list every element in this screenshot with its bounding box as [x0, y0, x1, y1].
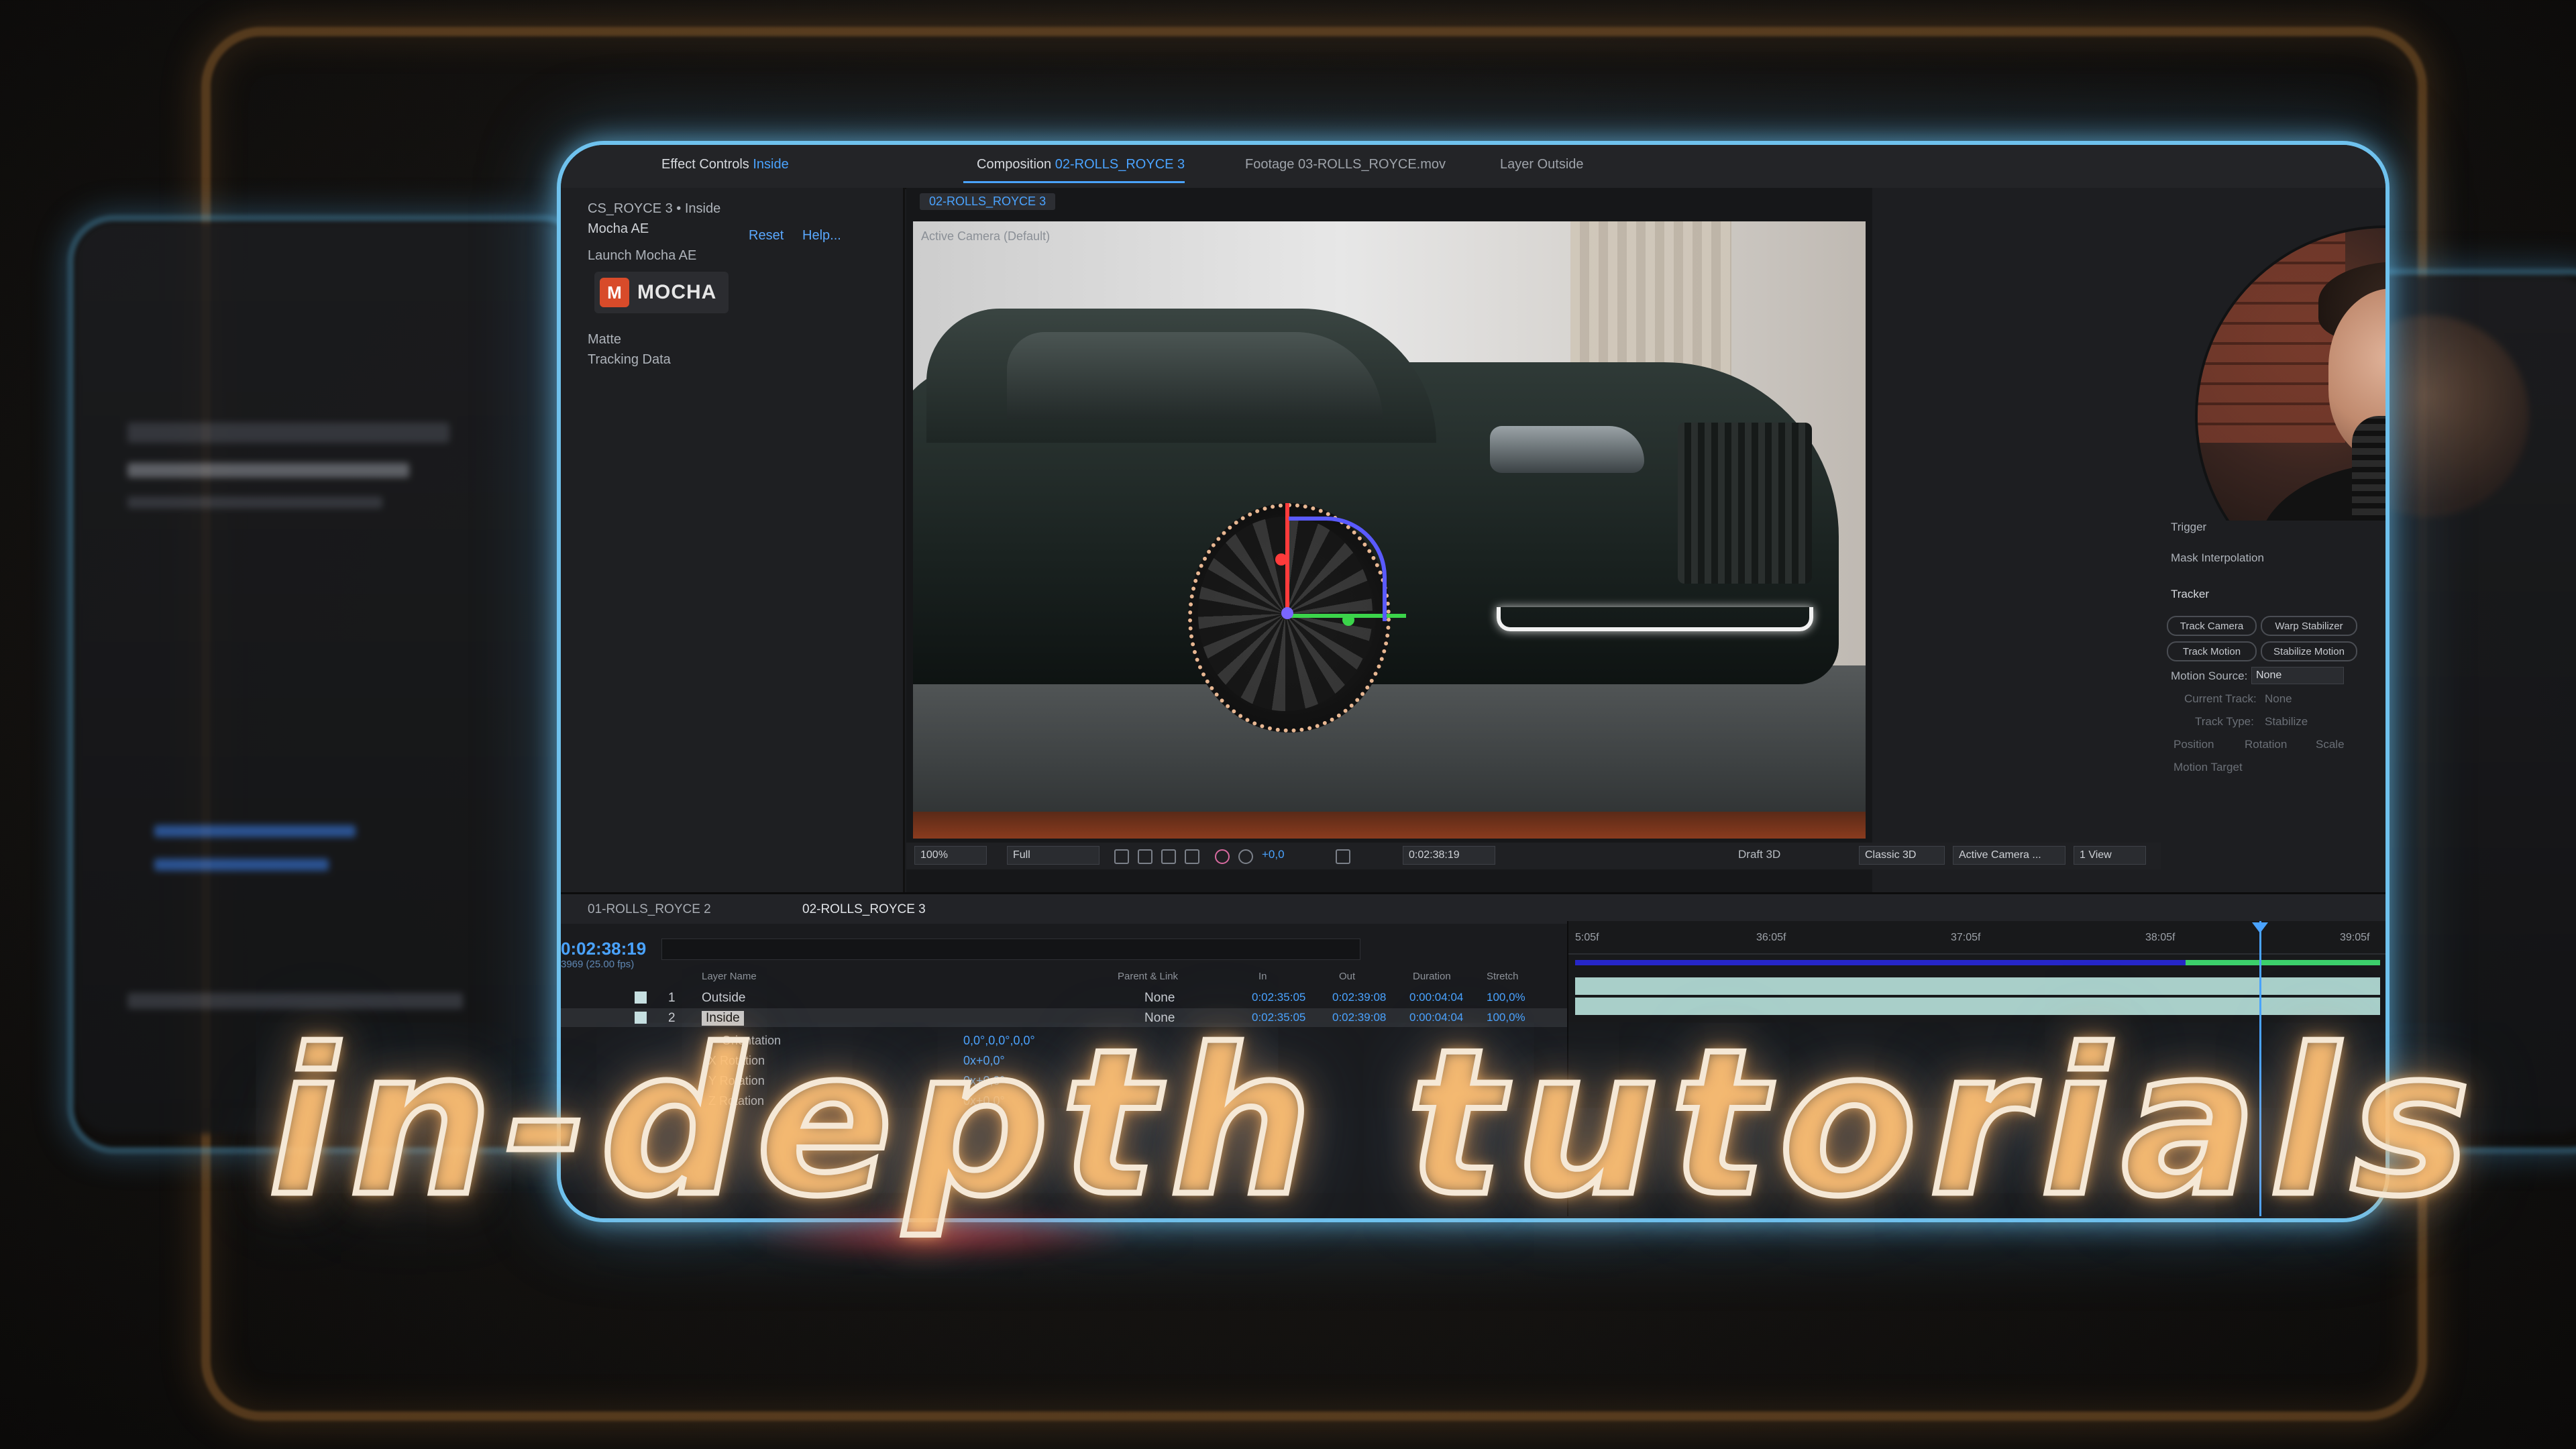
brick-wall — [2198, 228, 2345, 443]
gizmo-handle-red[interactable] — [1275, 553, 1287, 566]
tab-footage[interactable]: Footage 03-ROLLS_ROYCE.mov — [1245, 157, 1446, 172]
playhead-handle[interactable] — [2252, 922, 2268, 933]
col-in[interactable]: In — [1258, 971, 1267, 982]
snapshot-camera-icon[interactable] — [1336, 849, 1350, 864]
gizmo-handle-green[interactable] — [1342, 614, 1354, 626]
renderer-select[interactable]: Classic 3D — [1859, 846, 1945, 865]
col-duration[interactable]: Duration — [1413, 971, 1451, 982]
active-camera-label: Active Camera (Default) — [921, 229, 1051, 243]
layer-row[interactable]: 1 Outside None 0:02:35:05 0:02:39:08 0:0… — [561, 988, 1567, 1007]
col-out[interactable]: Out — [1339, 971, 1355, 982]
track-type-value[interactable]: Stabilize — [2265, 715, 2308, 729]
warp-stabilizer-button[interactable]: Warp Stabilizer — [2261, 616, 2357, 636]
tab-layer[interactable]: Layer Outside — [1500, 157, 1584, 172]
tracker-panel-content: Trigger Mask Interpolation Tracker Track… — [2157, 521, 2385, 936]
car-window — [1007, 332, 1383, 419]
frame-rate: 3969 (25.00 fps) — [561, 959, 635, 970]
composition-viewer[interactable]: Active Camera (Default) — [913, 221, 1866, 839]
effect-controls-path: CS_ROYCE 3 • Inside — [588, 201, 721, 216]
motion-source-select[interactable]: None — [2251, 667, 2344, 684]
active-tab-indicator — [963, 181, 1185, 183]
camera-select[interactable]: Active Camera ... — [1953, 846, 2065, 865]
exposure-value[interactable]: +0,0 — [1262, 848, 1285, 861]
timeline-tabs: 01-ROLLS_ROYCE 2 02-ROLLS_ROYCE 3 — [561, 894, 2385, 924]
viewer-toolbar: 100% Full +0,0 0:02:38:19 Draft 3D Class… — [906, 843, 2161, 869]
track-camera-button[interactable]: Track Camera — [2167, 616, 2257, 636]
mocha-logo-button[interactable]: M MOCHA — [594, 272, 729, 313]
tracker-heading: Tracker — [2171, 588, 2209, 600]
current-timecode[interactable]: 0:02:38:19 — [561, 938, 646, 959]
motion-source-label: Motion Source: — [2171, 669, 2248, 682]
zoom-select[interactable]: 100% — [914, 846, 987, 865]
current-track-value[interactable]: None — [2265, 692, 2292, 706]
draft-3d-toggle[interactable]: Draft 3D — [1738, 848, 1780, 861]
launch-mocha-label[interactable]: Launch Mocha AE — [588, 248, 696, 264]
effect-name: Mocha AE — [588, 221, 649, 236]
composition-subtab[interactable]: 02-ROLLS_ROYCE 3 — [920, 193, 1056, 210]
views-select[interactable]: 1 View — [2074, 846, 2146, 865]
car-light-strip — [1497, 607, 1813, 631]
color-channel-icon[interactable] — [1215, 849, 1230, 864]
trigger-label: Trigger — [2171, 521, 2207, 533]
transparency-grid-icon[interactable] — [1138, 849, 1152, 864]
tracking-data-group[interactable]: Tracking Data — [588, 352, 671, 368]
mocha-logo-icon: M — [600, 278, 629, 307]
guides-icon[interactable] — [1185, 849, 1199, 864]
car-grille — [1678, 423, 1812, 584]
timeline-tab-rolls-royce-3[interactable]: 02-ROLLS_ROYCE 3 — [802, 902, 926, 917]
help-link[interactable]: Help... — [802, 228, 841, 244]
tab-effect-controls[interactable]: Effect Controls Inside — [661, 157, 789, 172]
track-motion-button[interactable]: Track Motion — [2167, 641, 2257, 661]
col-parent-link[interactable]: Parent & Link — [1118, 971, 1178, 982]
position-checkbox[interactable]: Position — [2174, 738, 2214, 751]
reset-link[interactable]: Reset — [749, 228, 784, 244]
current-track-label: Current Track: — [2184, 692, 2257, 705]
effect-controls-panel: CS_ROYCE 3 • Inside Mocha AE Reset Help.… — [561, 188, 905, 892]
region-of-interest-icon[interactable] — [1114, 849, 1129, 864]
timeline-search-input[interactable] — [661, 938, 1360, 960]
blurred-left-panel — [74, 221, 570, 1134]
motion-target-label: Motion Target — [2174, 761, 2243, 773]
col-stretch[interactable]: Stretch — [1487, 971, 1519, 982]
tab-composition[interactable]: Composition 02-ROLLS_ROYCE 3 — [977, 157, 1185, 172]
car-headlight — [1490, 426, 1644, 473]
col-layer-name[interactable]: Layer Name — [702, 971, 757, 982]
viewer-timecode[interactable]: 0:02:38:19 — [1403, 846, 1495, 865]
resolution-select[interactable]: Full — [1007, 846, 1099, 865]
parent-select[interactable]: None — [1144, 991, 1175, 1006]
gizmo-anchor-point[interactable] — [1281, 607, 1293, 619]
reset-exposure-icon[interactable] — [1238, 849, 1253, 864]
layer-color-swatch[interactable] — [635, 991, 647, 1004]
track-type-label: Track Type: — [2195, 715, 2254, 728]
rotation-checkbox[interactable]: Rotation — [2245, 738, 2287, 751]
panel-tab-bar: Effect Controls Inside Composition 02-RO… — [561, 145, 2385, 189]
layer-name[interactable]: Outside — [702, 991, 745, 1006]
cached-frames-bar — [2186, 960, 2380, 965]
mask-interpolation-tab[interactable]: Mask Interpolation — [2171, 551, 2264, 565]
overlay-title: in-depth tutorials — [266, 1004, 2483, 1244]
stabilize-motion-button[interactable]: Stabilize Motion — [2261, 641, 2357, 661]
mask-visibility-icon[interactable] — [1161, 849, 1176, 864]
floor-edge — [913, 812, 1866, 839]
scale-checkbox[interactable]: Scale — [2316, 738, 2345, 751]
matte-group[interactable]: Matte — [588, 332, 621, 347]
mocha-wordmark: MOCHA — [637, 281, 717, 303]
timeline-tab-rolls-royce-2[interactable]: 01-ROLLS_ROYCE 2 — [588, 902, 711, 917]
